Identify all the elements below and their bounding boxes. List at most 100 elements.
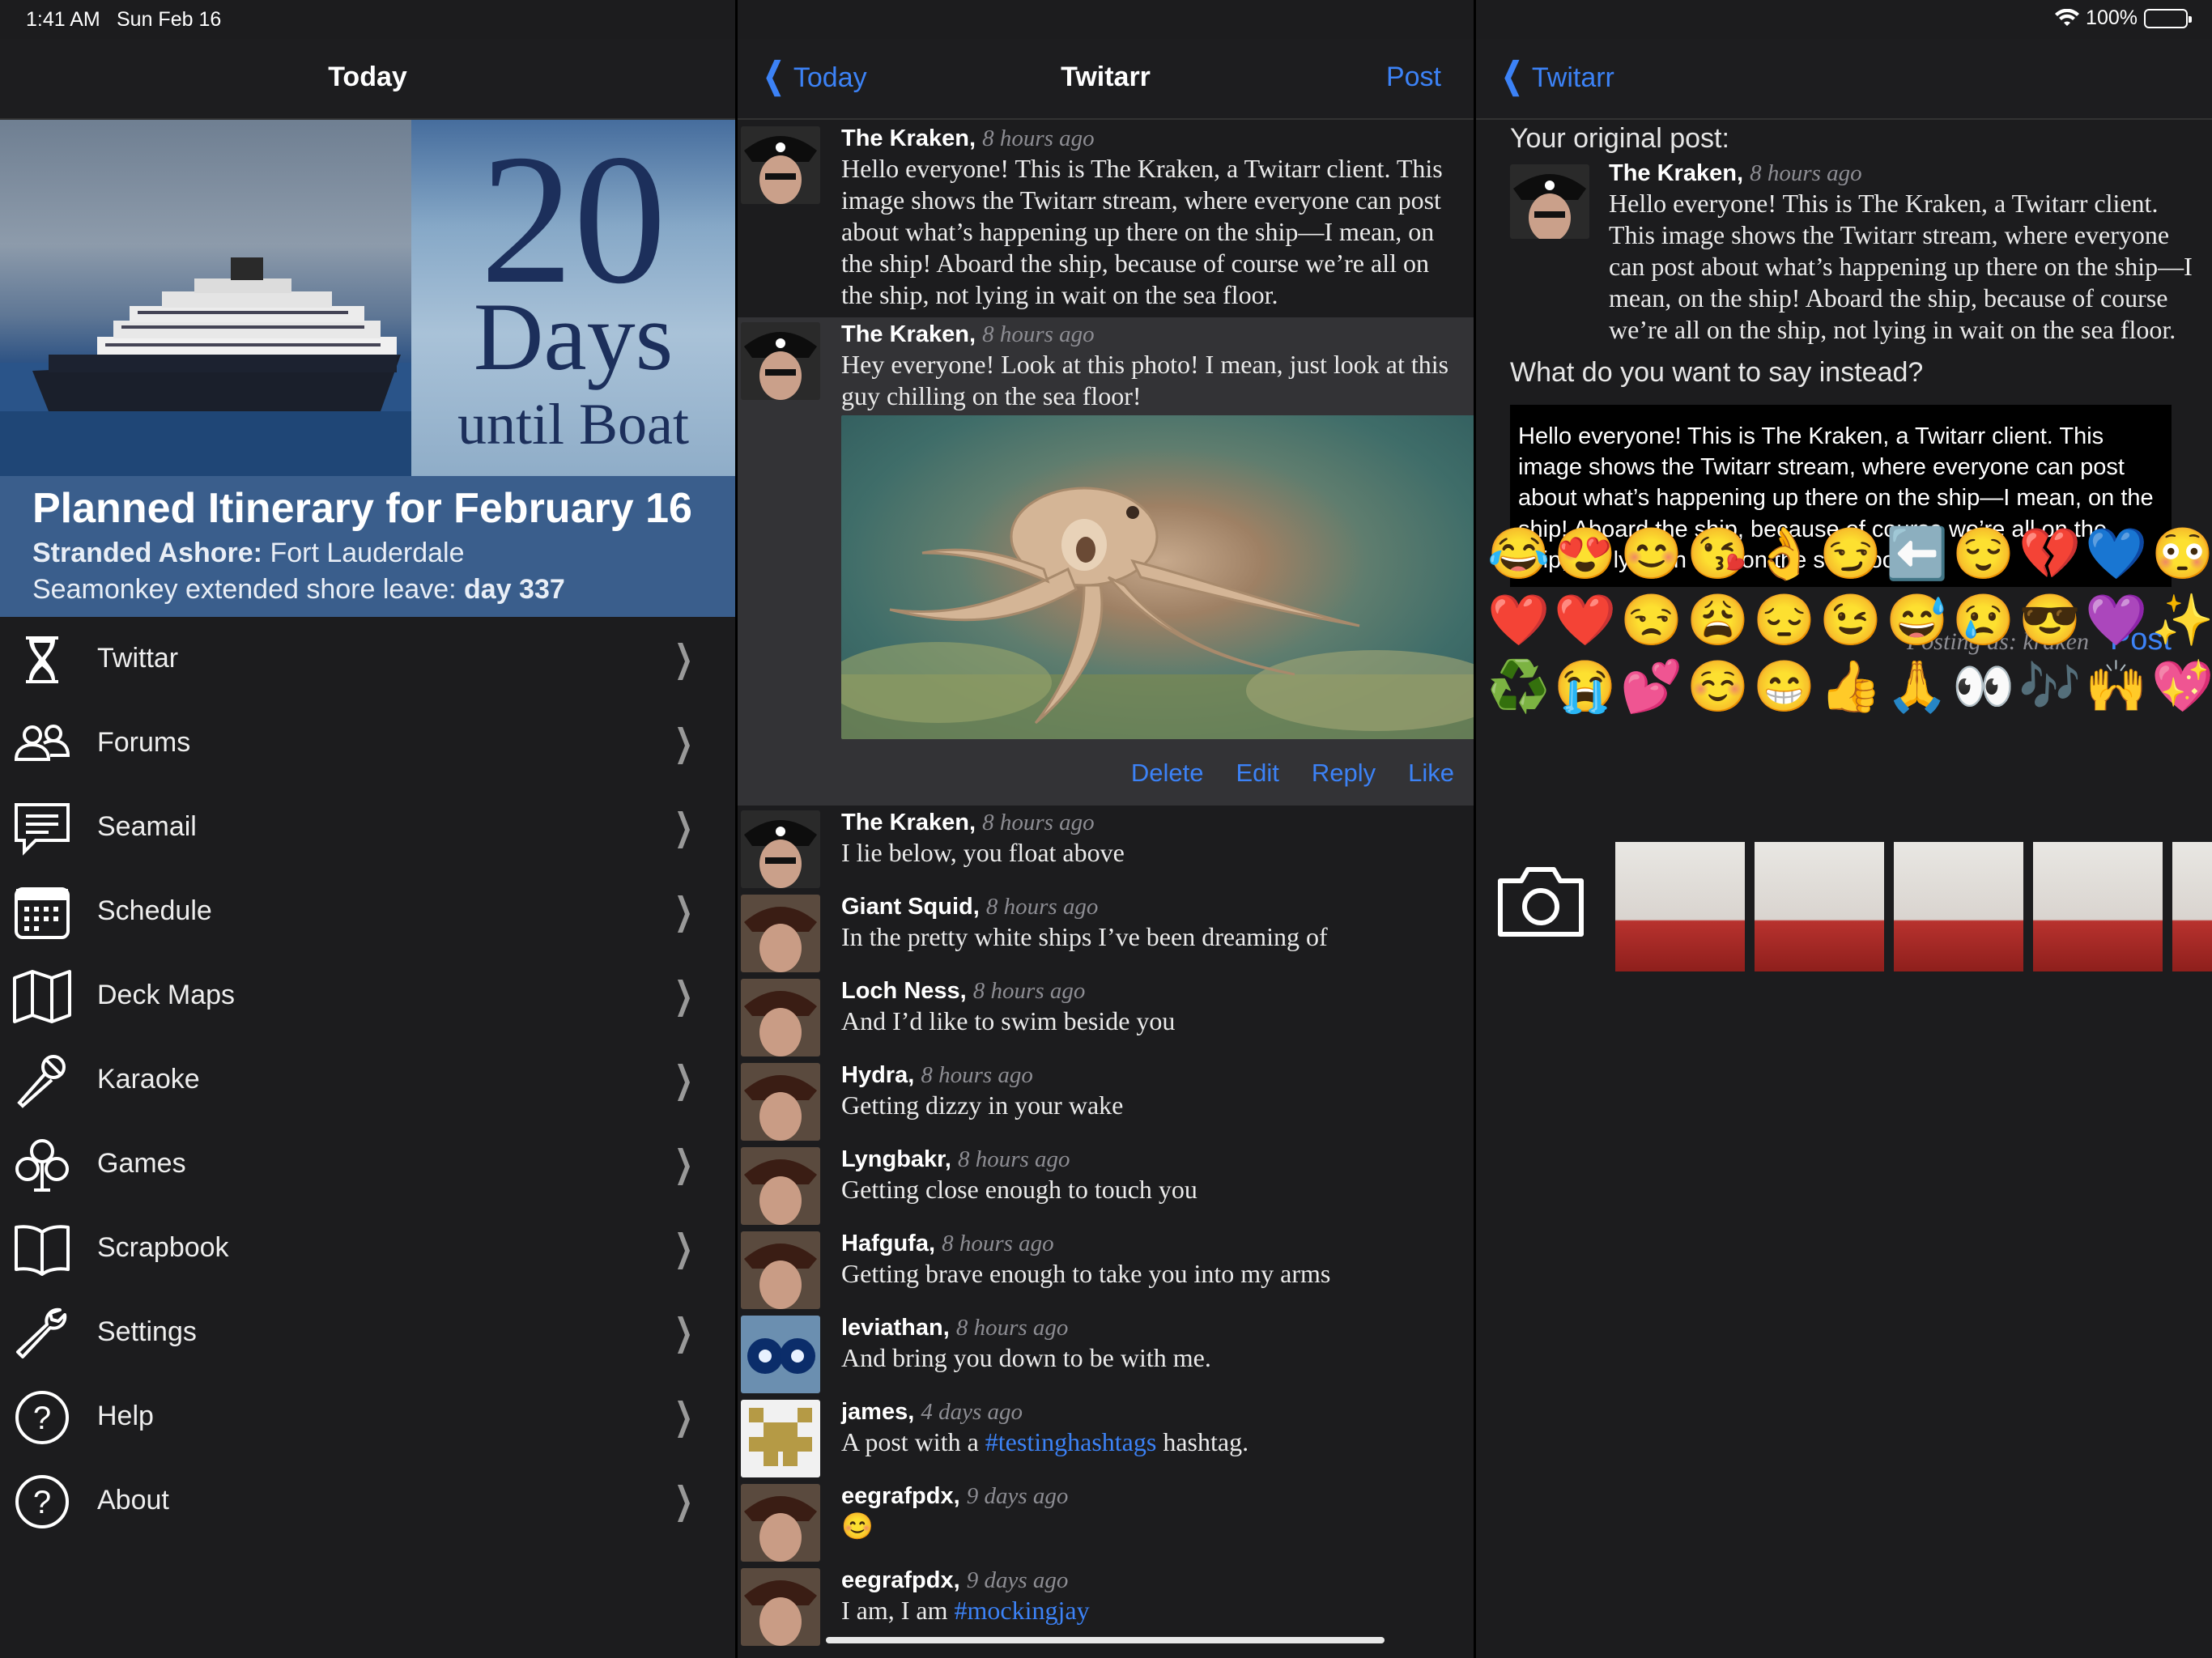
post-author[interactable]: Hafgufa, [841,1231,935,1256]
emoji-key[interactable]: ❤️ [1486,593,1552,649]
feed-post[interactable]: Loch Ness, 8 hours ago And I’d like to s… [738,974,1474,1058]
photo-thumbnail[interactable] [1755,842,1884,971]
emoji-key[interactable]: ✨ [2150,593,2212,649]
menu-item-games[interactable]: Games ❯ [0,1122,735,1206]
feed-post[interactable]: james, 4 days ago A post with a #testing… [738,1395,1474,1479]
emoji-key[interactable]: 👀 [1950,659,2017,716]
emoji-key[interactable]: 😍 [1552,526,1619,583]
emoji-key[interactable]: ⬅️ [1884,526,1950,583]
avatar[interactable] [741,1315,820,1393]
photo-thumbnail[interactable] [1615,842,1745,971]
emoji-key[interactable]: 💕 [1619,659,1685,716]
emoji-key[interactable]: ♻️ [1486,659,1552,716]
emoji-key[interactable]: 💜 [2083,593,2150,649]
emoji-key[interactable]: 🙌 [2083,659,2150,716]
menu-item-karaoke[interactable]: Karaoke ❯ [0,1038,735,1122]
post-author[interactable]: Giant Squid, [841,894,980,920]
emoji-key[interactable]: 😒 [1619,593,1685,649]
emoji-key[interactable]: 💖 [2150,659,2212,716]
back-to-twitarr-button[interactable]: ❮ Twitarr [1497,56,1614,96]
menu-item-schedule[interactable]: Schedule ❯ [0,869,735,954]
hashtag-link[interactable]: #testinghashtags [985,1427,1157,1456]
feed-post[interactable]: The Kraken, 8 hours ago Hello everyone! … [738,121,1474,317]
emoji-key[interactable]: 😅 [1884,593,1950,649]
camera-icon[interactable] [1494,861,1588,942]
menu-item-scrapbook[interactable]: Scrapbook ❯ [0,1206,735,1290]
edit-button[interactable]: Edit [1236,759,1278,788]
emoji-key[interactable]: 💙 [2083,526,2150,583]
photo-thumbnail[interactable] [2033,842,2163,971]
avatar[interactable] [741,321,820,400]
emoji-key[interactable]: 😂 [1486,526,1552,583]
photo-thumbnail[interactable] [2172,842,2212,971]
hashtag-link[interactable]: #mockingjay [955,1596,1090,1625]
octopus-photo[interactable] [841,414,1474,739]
menu-item-deck-maps[interactable]: Deck Maps ❯ [0,954,735,1038]
feed-post-selected[interactable]: The Kraken, 8 hours ago Hey everyone! Lo… [738,317,1474,806]
emoji-key[interactable]: 😭 [1552,659,1619,716]
emoji-key[interactable]: 🎶 [2017,659,2083,716]
feed-post[interactable]: leviathan, 8 hours ago And bring you dow… [738,1311,1474,1395]
photo-thumbnail[interactable] [1894,842,2023,971]
emoji-key[interactable]: 😔 [1751,593,1818,649]
menu-item-about[interactable]: ? About ❯ [0,1459,735,1543]
emoji-key[interactable]: 😊 [1619,526,1685,583]
menu-item-help[interactable]: ? Help ❯ [0,1375,735,1459]
feed-post[interactable]: Giant Squid, 8 hours ago In the pretty w… [738,890,1474,974]
home-indicator[interactable] [826,1637,1385,1643]
post-author[interactable]: eegrafpdx, [841,1567,960,1593]
emoji-key[interactable]: 💔 [2017,526,2083,583]
avatar[interactable] [741,1231,820,1309]
avatar[interactable] [741,1483,820,1562]
emoji-key[interactable]: 😏 [1818,526,1884,583]
menu-item-settings[interactable]: Settings ❯ [0,1290,735,1375]
emoji-key[interactable]: 😌 [1950,526,2017,583]
feed-post[interactable]: Hafgufa, 8 hours ago Getting brave enoug… [738,1226,1474,1311]
itinerary-card[interactable]: Planned Itinerary for February 16 Strand… [0,476,735,617]
emoji-key[interactable]: 😳 [2150,526,2212,583]
feed-post[interactable]: Lyngbakr, 8 hours ago Getting close enou… [738,1142,1474,1226]
post-author[interactable]: The Kraken, [841,321,976,347]
post-meta: Giant Squid, 8 hours ago [841,893,1464,921]
feed-post[interactable]: eegrafpdx, 9 days ago 😊 [738,1479,1474,1563]
avatar[interactable] [741,978,820,1056]
feed-post[interactable]: The Kraken, 8 hours ago I lie below, you… [738,806,1474,890]
emoji-key[interactable]: 🙏 [1884,659,1950,716]
post-author[interactable]: The Kraken, [841,125,976,151]
avatar[interactable] [741,1399,820,1477]
post-author[interactable]: Hydra, [841,1062,914,1088]
emoji-key[interactable]: 👍 [1818,659,1884,716]
like-button[interactable]: Like [1408,759,1454,788]
menu-item-forums[interactable]: Forums ❯ [0,701,735,785]
feed-post[interactable]: Hydra, 8 hours ago Getting dizzy in your… [738,1058,1474,1142]
post-author[interactable]: eegrafpdx, [841,1483,960,1509]
post-author[interactable]: Lyngbakr, [841,1146,951,1172]
emoji-key[interactable]: 😢 [1950,593,2017,649]
feed-post[interactable]: eegrafpdx, 9 days ago I am, I am #mockin… [738,1563,1474,1647]
people-icon [14,725,70,761]
post-author[interactable]: leviathan, [841,1315,950,1341]
emoji-key[interactable]: 😁 [1751,659,1818,716]
avatar[interactable] [741,810,820,888]
avatar[interactable] [741,126,820,204]
new-post-button[interactable]: Post [1386,62,1441,93]
emoji-key[interactable]: 😉 [1818,593,1884,649]
emoji-key[interactable]: 👌 [1751,526,1818,583]
menu-item-twittar[interactable]: Twittar ❯ [0,617,735,701]
stranded-label: Stranded Ashore: [32,538,263,568]
avatar[interactable] [741,1146,820,1225]
avatar[interactable] [741,1062,820,1141]
emoji-key[interactable]: 😘 [1685,526,1751,583]
post-author[interactable]: The Kraken, [841,810,976,835]
post-author[interactable]: james, [841,1399,914,1425]
post-author[interactable]: Loch Ness, [841,978,967,1004]
delete-button[interactable]: Delete [1131,759,1204,788]
emoji-key[interactable]: ☺️ [1685,659,1751,716]
emoji-key[interactable]: 😩 [1685,593,1751,649]
emoji-key[interactable]: ❤️ [1552,593,1619,649]
reply-button[interactable]: Reply [1312,759,1376,788]
avatar[interactable] [741,894,820,972]
menu-item-seamail[interactable]: Seamail ❯ [0,785,735,869]
avatar[interactable] [741,1567,820,1646]
emoji-key[interactable]: 😎 [2017,593,2083,649]
